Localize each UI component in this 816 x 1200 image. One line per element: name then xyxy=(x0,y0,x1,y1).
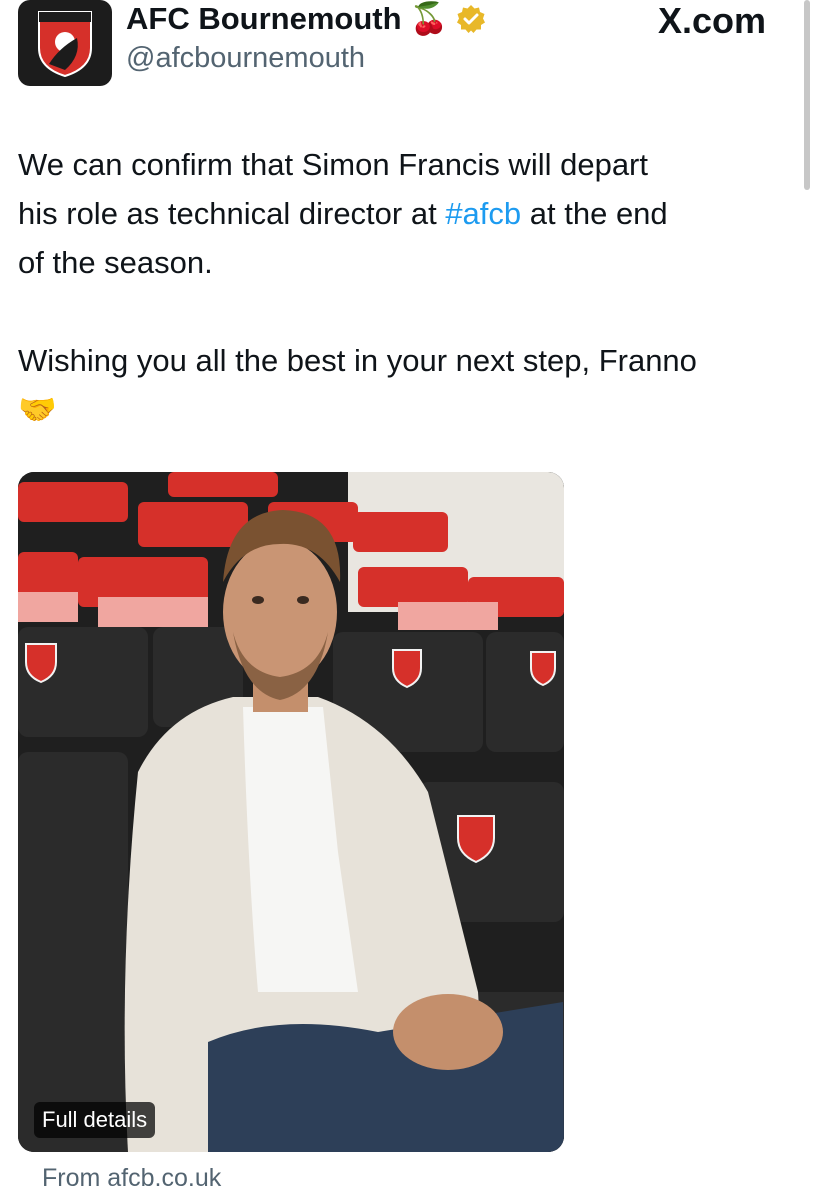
tweet-line-3: of the season. xyxy=(18,245,213,280)
account-avatar[interactable] xyxy=(18,0,112,86)
tweet-line-2-start: his role as technical director at xyxy=(18,196,446,231)
hashtag-link[interactable]: #afcb xyxy=(445,196,521,231)
x-brand-label: X.com xyxy=(658,0,767,41)
person-in-stadium-seats-photo xyxy=(18,472,564,1152)
account-display-name-row[interactable]: AFC Bournemouth 🍒 xyxy=(126,0,486,37)
account-handle[interactable]: @afcbournemouth xyxy=(126,42,365,75)
tweet-line-1: We can confirm that Simon Francis will d… xyxy=(18,147,648,182)
tweet-screenshot: AFC Bournemouth 🍒 @afcbournemouth X.com … xyxy=(0,0,816,1200)
tweet-line-2-end: at the end xyxy=(521,196,668,231)
handshake-emoji: 🤝 xyxy=(18,392,57,427)
full-details-badge[interactable]: Full details xyxy=(34,1102,156,1138)
tweet-text: We can confirm that Simon Francis will d… xyxy=(18,140,798,434)
cherry-emoji: 🍒 xyxy=(409,1,449,36)
account-display-name[interactable]: AFC Bournemouth xyxy=(126,1,402,37)
verified-badge-icon xyxy=(457,4,486,33)
club-crest-icon xyxy=(38,11,92,78)
media-card-image[interactable] xyxy=(18,472,564,1152)
tweet-line-4: Wishing you all the best in your next st… xyxy=(18,343,697,378)
source-link[interactable]: From afcb.co.uk xyxy=(42,1164,221,1193)
scrollbar[interactable] xyxy=(804,0,810,190)
tweet-line-2: his role as technical director at #afcb … xyxy=(18,189,798,238)
